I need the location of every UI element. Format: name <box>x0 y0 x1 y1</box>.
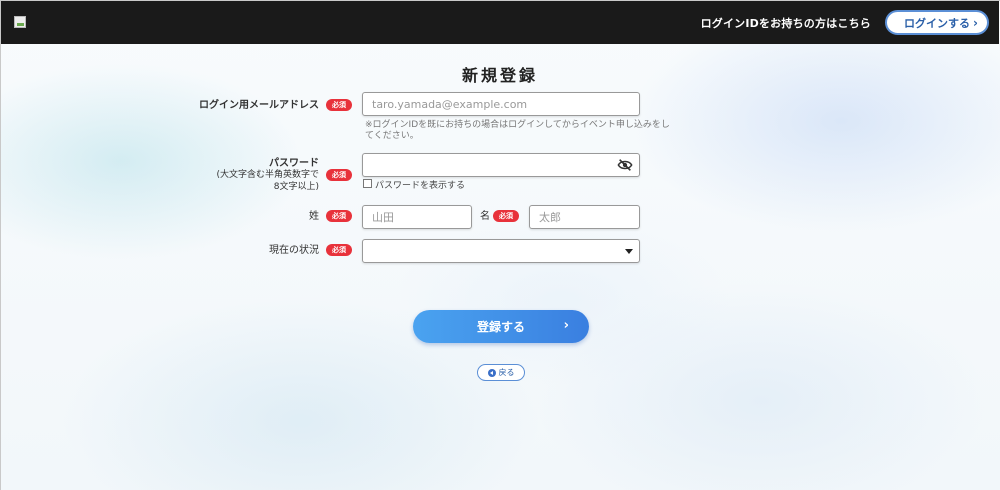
first-name-field[interactable] <box>529 205 640 229</box>
chevron-right-icon: › <box>563 318 569 333</box>
eye-slash-icon[interactable] <box>617 158 633 172</box>
chevron-right-icon: › <box>973 16 978 30</box>
register-button[interactable]: 登録する › <box>413 310 589 343</box>
show-password-label[interactable]: パスワードを表示する <box>375 178 465 191</box>
email-label: ログイン用メールアドレス <box>199 100 319 111</box>
back-arrow-icon <box>487 368 496 377</box>
email-hint-line1: ※ログインIDを既にお持ちの場合はログインしてからイベント申し込みをし <box>365 120 670 130</box>
logo-icon[interactable] <box>14 16 26 28</box>
last-name-label: 姓 <box>309 211 319 222</box>
page-title: 新規登録 <box>461 66 538 85</box>
login-button-label: ログインする <box>904 16 970 30</box>
password-field[interactable] <box>362 153 640 177</box>
password-rule-line2: 8文字以上) <box>273 182 319 192</box>
login-button[interactable]: ログインする › <box>885 10 989 35</box>
email-hint-line2: てください。 <box>365 131 419 141</box>
required-badge: 必須 <box>326 169 352 181</box>
top-header: ログインIDをお持ちの方はこちら ログインする › <box>1 1 999 44</box>
first-name-label: 名 <box>480 211 490 222</box>
last-name-field[interactable] <box>362 205 472 229</box>
required-badge: 必須 <box>326 210 352 222</box>
chevron-down-icon <box>625 249 633 254</box>
login-prompt-text: ログインIDをお持ちの方はこちら <box>700 17 871 30</box>
required-badge: 必須 <box>326 99 352 111</box>
back-button-label: 戻る <box>498 368 515 377</box>
required-badge: 必須 <box>326 244 352 256</box>
status-select[interactable] <box>362 239 640 263</box>
required-badge: 必須 <box>493 210 519 222</box>
register-button-label: 登録する <box>476 320 525 334</box>
back-button[interactable]: 戻る <box>477 364 525 381</box>
email-field[interactable] <box>362 92 640 116</box>
status-label: 現在の状況 <box>269 245 319 256</box>
show-password-checkbox[interactable] <box>363 179 372 188</box>
